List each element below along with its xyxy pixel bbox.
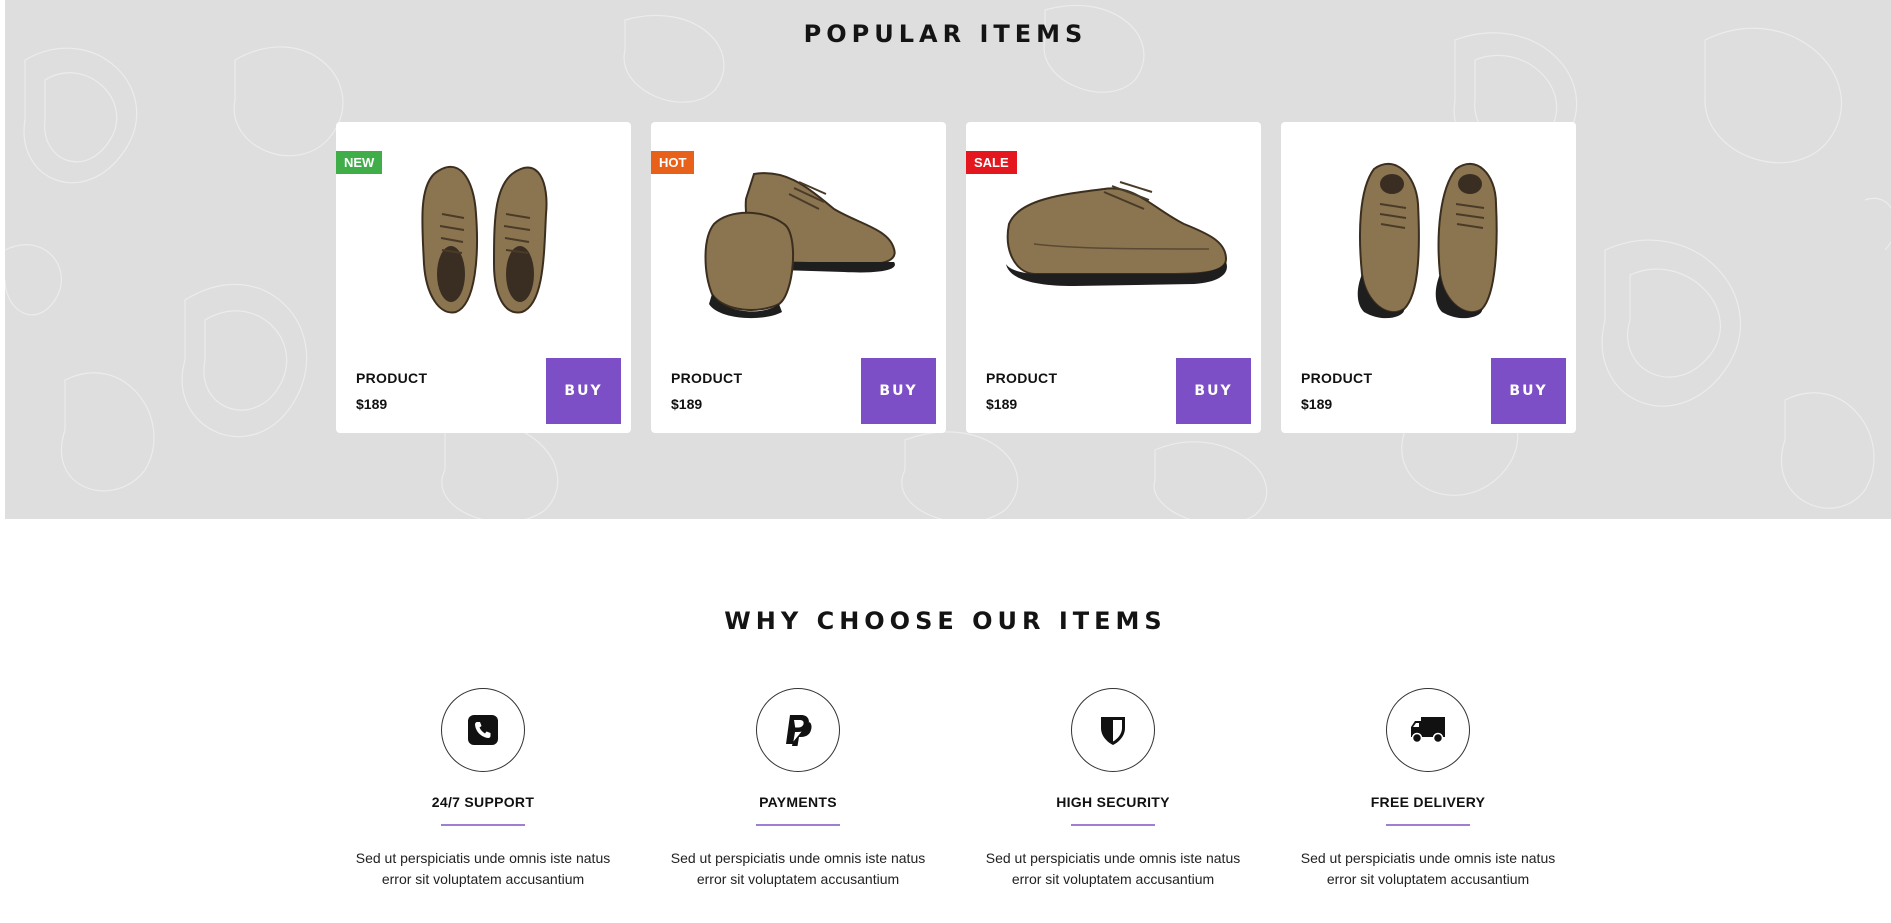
feature-payments: PAYMENTS Sed ut perspiciatis unde omnis … (648, 688, 948, 890)
product-card[interactable]: SALE PRODUCT $189 BUY (966, 122, 1261, 433)
product-name: PRODUCT (671, 370, 743, 386)
hot-badge: HOT (651, 151, 695, 174)
product-card[interactable]: PRODUCT $189 BUY (1281, 122, 1576, 433)
feature-title: 24/7 SUPPORT (431, 794, 535, 810)
feature-title: FREE DELIVERY (1370, 794, 1486, 810)
popular-items-title: POPULAR ITEMS (803, 20, 1088, 48)
feature-icon-circle (441, 688, 525, 772)
shield-icon (1101, 717, 1125, 745)
buy-button[interactable]: BUY (1176, 358, 1251, 424)
buy-button[interactable]: BUY (1491, 358, 1566, 424)
buy-button[interactable]: BUY (861, 358, 936, 424)
feature-title: PAYMENTS (759, 794, 837, 810)
product-card[interactable]: NEW PRODUCT $189 BUY (336, 122, 631, 433)
feature-description: Sed ut perspiciatis unde omnis iste natu… (355, 850, 611, 887)
new-badge: NEW (336, 151, 383, 174)
feature-divider (756, 824, 840, 826)
shoe-side-view-image (1005, 181, 1227, 286)
feature-delivery: FREE DELIVERY Sed ut perspiciatis unde o… (1278, 688, 1578, 890)
feature-title: HIGH SECURITY (1056, 794, 1170, 810)
feature-support: 24/7 SUPPORT Sed ut perspiciatis unde om… (333, 688, 633, 890)
product-price: $189 (671, 396, 703, 412)
product-card[interactable]: HOT PRODUCT $189 BUY (651, 122, 946, 433)
product-price: $189 (986, 396, 1018, 412)
truck-icon (1411, 717, 1445, 744)
feature-icon-circle (1071, 688, 1155, 772)
feature-divider (441, 824, 525, 826)
product-name: PRODUCT (986, 370, 1058, 386)
paypal-icon (786, 715, 812, 746)
why-choose-title: WHY CHOOSE OUR ITEMS (724, 607, 1167, 635)
shoes-top-view-image (420, 166, 548, 314)
product-price: $189 (356, 396, 388, 412)
phone-icon (468, 715, 498, 745)
feature-description: Sed ut perspiciatis unde omnis iste natu… (985, 850, 1241, 887)
feature-divider (1071, 824, 1155, 826)
feature-icon-circle (756, 688, 840, 772)
feature-icon-circle (1386, 688, 1470, 772)
product-price: $189 (1301, 396, 1333, 412)
feature-divider (1386, 824, 1470, 826)
buy-button[interactable]: BUY (546, 358, 621, 424)
shoes-angled-pair-image (704, 172, 896, 319)
feature-description: Sed ut perspiciatis unde omnis iste natu… (1300, 850, 1556, 887)
product-name: PRODUCT (1301, 370, 1373, 386)
popular-items-section (5, 0, 1891, 519)
product-name: PRODUCT (356, 370, 428, 386)
feature-security: HIGH SECURITY Sed ut perspiciatis unde o… (963, 688, 1263, 890)
shoes-front-view-image (1357, 163, 1498, 319)
topographic-background-pattern (5, 4, 1891, 519)
feature-description: Sed ut perspiciatis unde omnis iste natu… (670, 850, 926, 887)
